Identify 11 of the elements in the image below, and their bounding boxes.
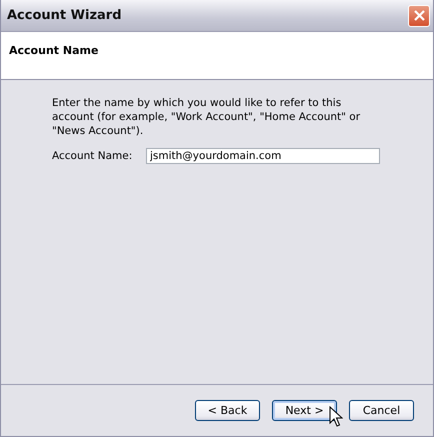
window-title: Account Wizard xyxy=(7,8,122,23)
wizard-button[interactable]: Cancel xyxy=(349,400,414,421)
account-name-field[interactable]: jsmith@yourdomain.com xyxy=(146,148,380,164)
mouse-pointer-icon xyxy=(329,406,343,428)
field-label: Account Name: xyxy=(52,150,134,162)
page-title: Account Name xyxy=(9,44,98,57)
close-icon xyxy=(412,9,426,22)
wizard-button[interactable]: Next > xyxy=(272,400,337,421)
close-button[interactable] xyxy=(408,4,430,26)
wizard-button[interactable]: < Back xyxy=(195,400,260,421)
instructions-text: Enter the name by which you would like to refer to this account (for example, "Work Account", "Home Account" or "News Account"). xyxy=(52,96,362,138)
